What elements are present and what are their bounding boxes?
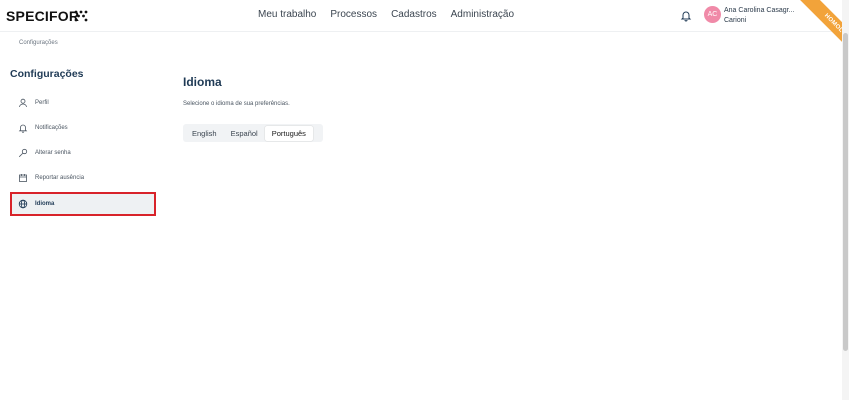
logo-text[interactable]: SPECIFOR: [6, 8, 79, 24]
sidebar-title: Configurações: [10, 68, 84, 80]
sidebar-item-alterar-senha[interactable]: Alterar senha: [10, 142, 156, 164]
language-selector: English Español Português: [183, 124, 323, 142]
calendar-icon: [19, 174, 27, 182]
nav-cadastros[interactable]: Cadastros: [391, 9, 437, 20]
key-icon: [18, 148, 28, 158]
main-nav: Meu trabalho Processos Cadastros Adminis…: [258, 9, 514, 20]
sidebar-item-label: Notificações: [35, 125, 68, 131]
language-option-portugues[interactable]: Português: [264, 125, 313, 141]
sidebar-item-label: Alterar senha: [35, 150, 71, 156]
sidebar-item-reportar-ausencia[interactable]: Reportar ausência: [10, 167, 156, 189]
avatar[interactable]: AC: [704, 6, 721, 23]
environment-ribbon: HOMOLOG: [779, 0, 849, 70]
language-option-espanol[interactable]: Español: [224, 126, 265, 141]
scrollbar-thumb[interactable]: [843, 33, 848, 351]
scrollbar[interactable]: [842, 0, 849, 400]
language-option-english[interactable]: English: [185, 126, 224, 141]
logo-mark-icon: [74, 10, 88, 22]
page-description: Selecione o idioma de sua preferências.: [183, 101, 290, 107]
top-bar: SPECIFOR Meu trabalho Processos Cadastro…: [0, 0, 849, 68]
user-icon: [19, 98, 27, 108]
sidebar-item-label: Reportar ausência: [35, 175, 85, 181]
nav-administracao[interactable]: Administração: [451, 9, 514, 20]
breadcrumb[interactable]: Configurações: [19, 40, 58, 46]
sidebar-item-label: Perfil: [35, 100, 49, 106]
globe-icon: [18, 199, 28, 209]
page-title: Idioma: [183, 75, 222, 89]
nav-processos[interactable]: Processos: [330, 9, 377, 20]
bell-icon: [18, 124, 28, 133]
nav-meu-trabalho[interactable]: Meu trabalho: [258, 9, 316, 20]
bell-icon[interactable]: [680, 10, 692, 22]
sidebar-item-perfil[interactable]: Perfil: [10, 92, 156, 114]
sidebar-item-notificacoes[interactable]: Notificações: [10, 117, 156, 139]
sidebar-item-label: Idioma: [35, 201, 55, 207]
sidebar-item-idioma[interactable]: Idioma: [10, 192, 156, 216]
